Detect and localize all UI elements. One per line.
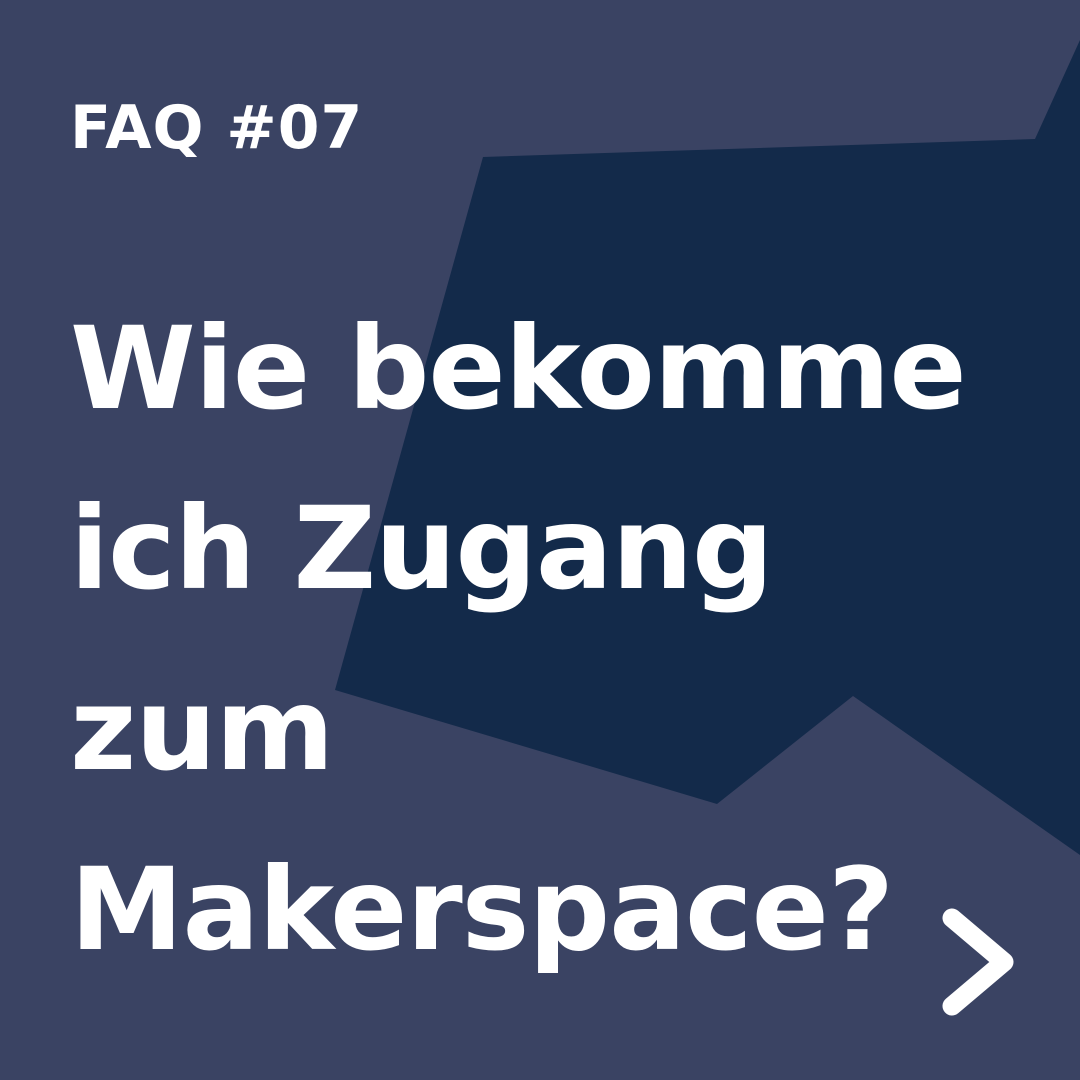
- headline-line-3: zum: [70, 663, 334, 796]
- next-slide-button[interactable]: [930, 900, 1030, 1030]
- headline-line-2: ich Zugang: [70, 482, 774, 615]
- faq-number-label: FAQ #07: [70, 93, 364, 163]
- chevron-right-icon: [942, 908, 1014, 1016]
- headline-line-1: Wie bekomme: [70, 302, 967, 435]
- headline-line-4: Makerspace?: [70, 843, 894, 976]
